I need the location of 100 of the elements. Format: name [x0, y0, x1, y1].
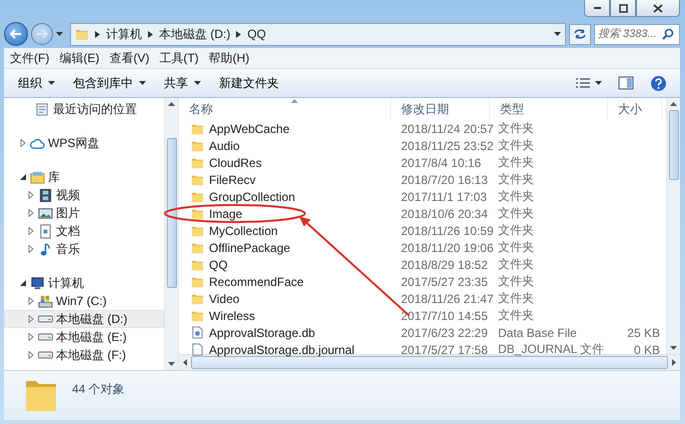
folder-icon — [191, 258, 204, 271]
search-field[interactable]: 搜索 3383... — [594, 24, 680, 44]
folder-icon — [191, 275, 204, 288]
file-size: 0 KB — [632, 342, 661, 356]
modified-date: 2017/8/4 10:16 — [400, 156, 482, 170]
forward-arrow-icon — [36, 29, 48, 39]
file-name[interactable]: FileRecv — [179, 172, 391, 186]
file-name[interactable]: ApprovalStorage.db.journal — [179, 342, 391, 356]
address-dropdown-icon — [554, 32, 561, 36]
collapsed-arrow-icon[interactable] — [27, 297, 35, 305]
document-icon — [38, 224, 53, 238]
breadcrumb-item[interactable]: 本地磁盘 (D:) — [159, 26, 230, 42]
toolbar-button[interactable]: 新建文件夹 — [213, 72, 285, 94]
file-type: 文件夹 — [497, 256, 535, 273]
file-name[interactable]: ApprovalStorage.db — [179, 326, 391, 340]
sidebar-item[interactable]: 本地磁盘 (E:) — [4, 328, 164, 346]
back-button[interactable] — [4, 22, 28, 46]
modified-date: 2017/5/27 23:35 — [400, 274, 489, 288]
scroll-thumb[interactable] — [191, 356, 668, 369]
toolbar-button[interactable]: 包含到库中 — [67, 72, 152, 94]
scroll-right-icon[interactable] — [671, 359, 677, 366]
file-size: 25 KB — [626, 326, 661, 340]
collapsed-arrow-icon[interactable] — [27, 351, 35, 359]
toolbar-button[interactable]: 组织 — [12, 72, 61, 94]
recent-places-icon — [35, 102, 50, 116]
scroll-thumb[interactable] — [668, 110, 678, 180]
file-name[interactable]: GroupCollection — [179, 190, 391, 204]
scrollbar[interactable] — [666, 98, 680, 354]
sidebar-item[interactable]: 视频 — [4, 186, 164, 204]
breadcrumb-item[interactable]: 计算机 — [106, 26, 142, 42]
address-bar[interactable]: 计算机 本地磁盘 (D:) QQ — [70, 22, 566, 46]
caret-icon — [595, 81, 602, 85]
scroll-thumb[interactable] — [166, 138, 176, 288]
menu-item[interactable]: 编辑(E) — [59, 50, 100, 66]
menu-item[interactable]: 工具(T) — [159, 50, 199, 66]
collapsed-arrow-icon[interactable] — [27, 191, 35, 199]
maximize-button[interactable] — [610, 0, 636, 17]
sidebar-item[interactable]: 文档 — [4, 222, 164, 240]
modified-date: 2018/10/6 20:34 — [400, 206, 489, 220]
file-name[interactable]: Image — [179, 206, 391, 220]
sidebar-item[interactable]: 最近访问的位置 — [4, 100, 164, 118]
collapsed-arrow-icon[interactable] — [27, 245, 35, 253]
file-name[interactable]: OfflinePackage — [179, 240, 391, 254]
sidebar-item[interactable]: 音乐 — [4, 240, 164, 258]
sidebar-item[interactable]: WPS网盘 — [4, 134, 164, 152]
folder-icon — [191, 190, 204, 203]
chevron-icon — [236, 30, 242, 38]
back-arrow-icon — [10, 29, 22, 39]
forward-button[interactable] — [31, 23, 53, 45]
drive-icon — [38, 333, 53, 341]
sidebar-item[interactable]: 本地磁盘 (D:) — [4, 310, 164, 328]
column-header[interactable]: 修改日期 — [391, 98, 490, 120]
picture-icon — [38, 206, 53, 220]
collapsed-arrow-icon[interactable] — [27, 209, 35, 217]
breadcrumb-item[interactable]: QQ — [247, 27, 266, 41]
file-name[interactable]: Video — [179, 292, 391, 306]
minimize-button[interactable] — [584, 0, 610, 17]
folder-icon — [191, 309, 204, 322]
sidebar-item[interactable]: 本地磁盘 (F:) — [4, 346, 164, 364]
folder-icon — [191, 173, 204, 186]
collapsed-arrow-icon[interactable] — [27, 227, 35, 235]
column-header[interactable]: 类型 — [490, 98, 608, 120]
file-name[interactable]: Audio — [179, 138, 391, 152]
search-icon — [662, 28, 674, 40]
menu-item[interactable]: 文件(F) — [10, 50, 50, 66]
file-name[interactable]: AppWebCache — [179, 122, 391, 136]
help-icon — [650, 74, 667, 92]
music-note-icon — [38, 242, 53, 256]
refresh-button[interactable] — [569, 24, 591, 44]
scroll-left-icon[interactable] — [182, 359, 188, 366]
sidebar-item[interactable]: Win7 (C:) — [4, 292, 164, 310]
file-name[interactable]: MyCollection — [179, 224, 391, 238]
expanded-arrow-icon[interactable] — [19, 173, 27, 181]
history-dropdown-icon — [56, 32, 63, 36]
sidebar-item[interactable]: 库 — [4, 168, 164, 186]
minimize-icon — [594, 7, 600, 9]
collapsed-arrow-icon[interactable] — [27, 333, 35, 341]
menu-item[interactable]: 帮助(H) — [208, 50, 250, 66]
film-icon — [38, 188, 53, 202]
sidebar-item[interactable]: 图片 — [4, 204, 164, 222]
file-name[interactable]: QQ — [179, 258, 391, 272]
chevron-icon — [95, 30, 100, 38]
collapsed-arrow-icon[interactable] — [27, 315, 35, 323]
caret-icon — [48, 81, 55, 85]
file-name[interactable]: CloudRes — [179, 156, 391, 170]
file-name[interactable]: Wireless — [179, 308, 391, 322]
refresh-icon — [573, 28, 587, 40]
scrollbar[interactable] — [164, 98, 178, 370]
modified-date: 2017/7/10 14:55 — [400, 308, 489, 322]
menu-item[interactable]: 查看(V) — [109, 50, 150, 66]
expanded-arrow-icon[interactable] — [19, 279, 27, 287]
modified-date: 2017/6/23 22:29 — [400, 326, 489, 340]
folder-icon — [191, 156, 204, 169]
file-name[interactable]: RecommendFace — [179, 274, 391, 288]
folder-icon — [191, 139, 204, 152]
sidebar-item[interactable]: 计算机 — [4, 274, 164, 292]
toolbar-button[interactable]: 共享 — [158, 72, 207, 94]
collapsed-arrow-icon[interactable] — [19, 139, 27, 147]
close-button[interactable] — [636, 0, 680, 17]
column-header[interactable]: 大小 — [608, 98, 662, 120]
